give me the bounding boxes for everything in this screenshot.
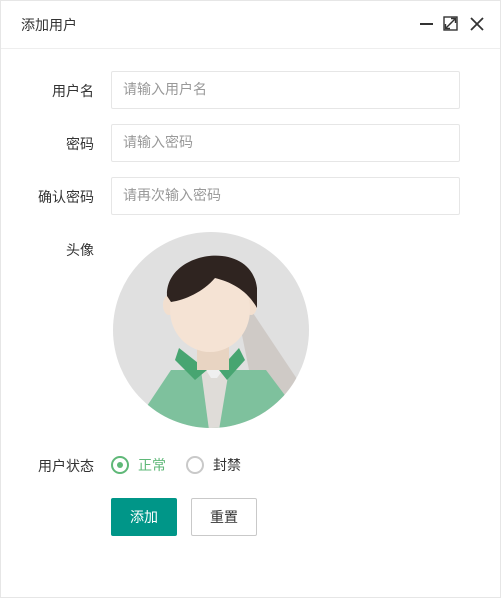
radio-unchecked-icon — [186, 456, 204, 474]
status-option-banned-label: 封禁 — [213, 458, 241, 474]
dialog-title: 添加用户 — [21, 18, 77, 34]
close-icon[interactable] — [468, 15, 486, 33]
add-button[interactable]: 添加 — [111, 498, 177, 536]
reset-button[interactable]: 重置 — [191, 498, 257, 536]
status-radio-banned[interactable]: 封禁 — [186, 455, 241, 475]
maximize-icon[interactable] — [442, 15, 460, 33]
password-label: 密码 — [66, 137, 94, 153]
avatar-label: 头像 — [66, 243, 94, 259]
add-user-dialog: 添加用户 用户名 密码 确认密码 头像 — [0, 0, 501, 598]
radio-checked-icon — [111, 456, 129, 474]
status-radio-normal[interactable]: 正常 — [111, 455, 166, 475]
status-radio-group: 正常 封禁 — [111, 453, 261, 477]
confirm-password-input[interactable] — [111, 177, 460, 215]
avatar-image[interactable] — [111, 230, 311, 430]
status-label: 用户状态 — [38, 459, 94, 475]
status-option-normal-label: 正常 — [138, 458, 166, 474]
username-input[interactable] — [111, 71, 460, 109]
password-input[interactable] — [111, 124, 460, 162]
username-label: 用户名 — [52, 84, 94, 100]
dialog-titlebar: 添加用户 — [1, 1, 500, 49]
minimize-icon[interactable] — [418, 15, 436, 33]
confirm-password-label: 确认密码 — [38, 190, 94, 206]
